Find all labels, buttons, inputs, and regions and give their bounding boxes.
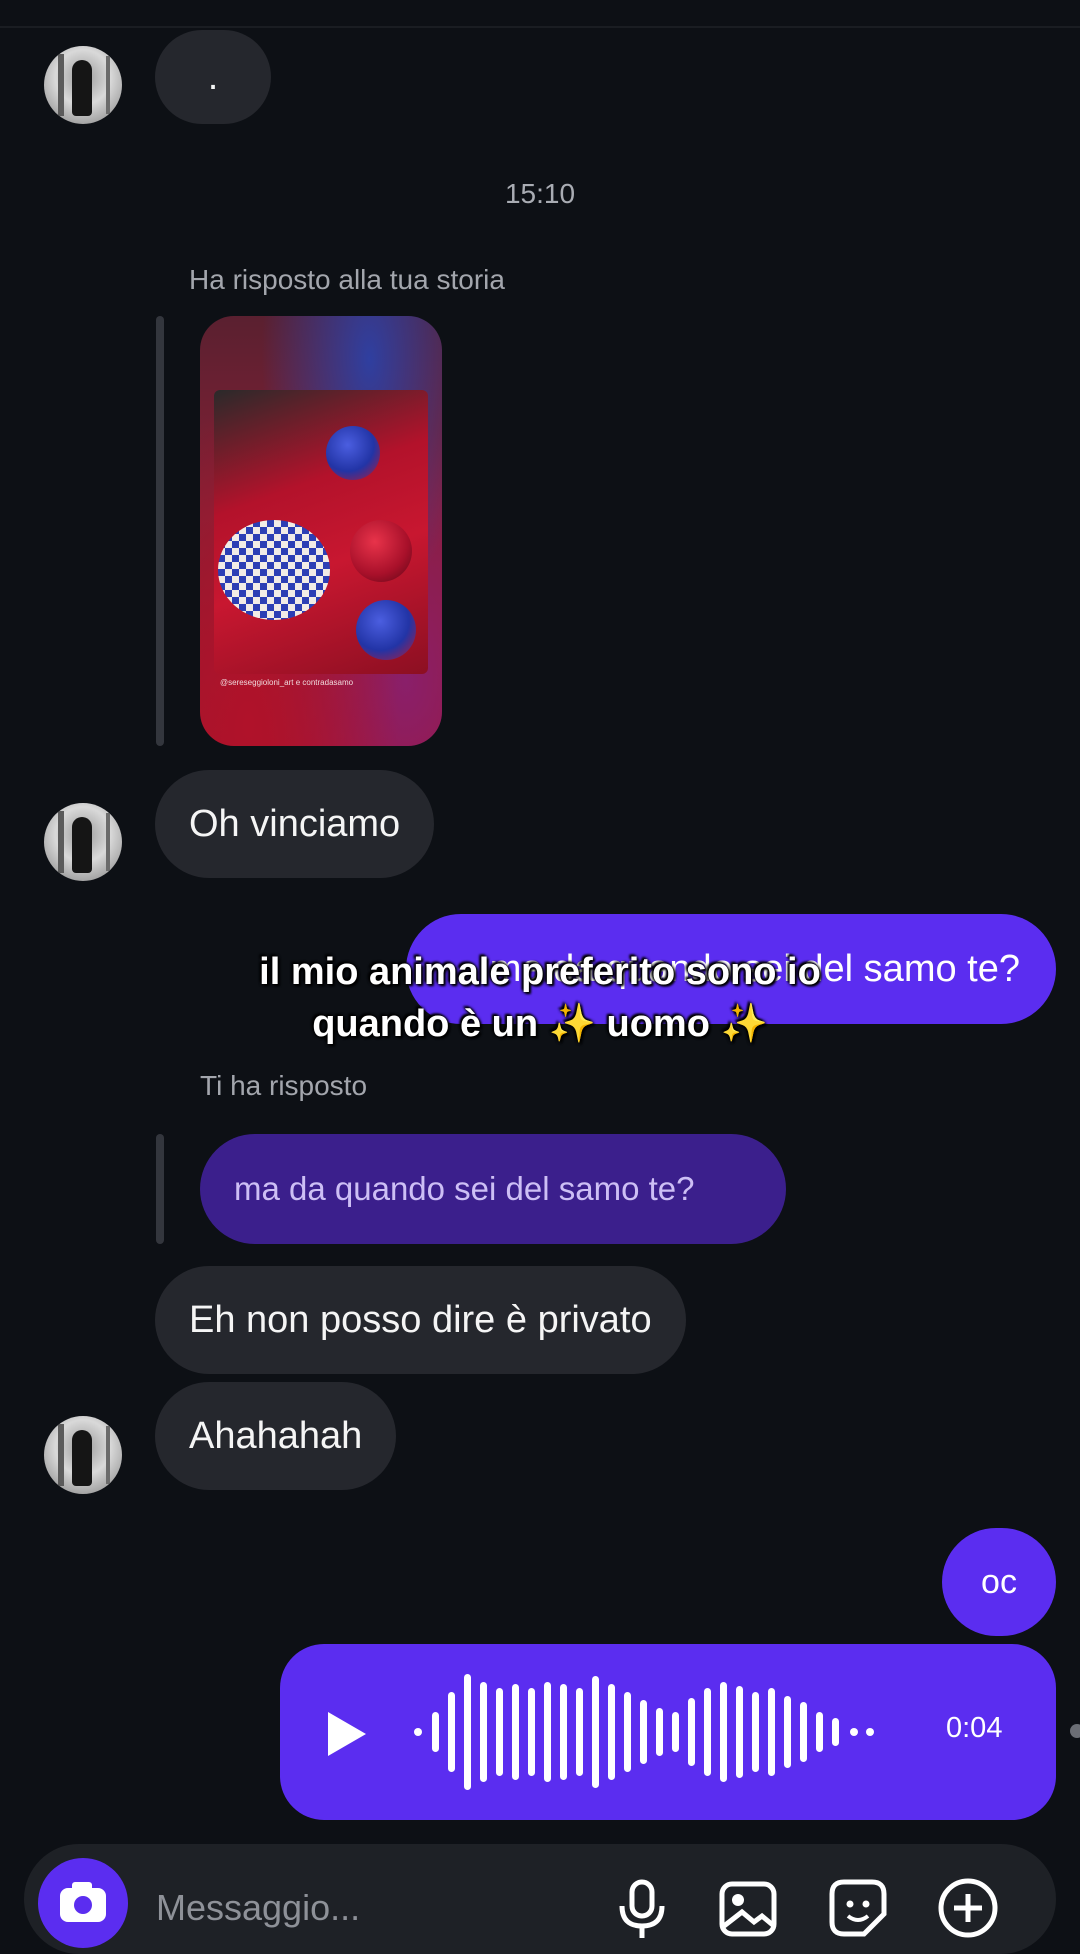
- message-text: .: [207, 55, 219, 98]
- story-caption: @sereseggioloni_art e contradasamo: [220, 678, 354, 687]
- story-reply-label: Ha risposto alla tua storia: [189, 264, 505, 295]
- quoted-message[interactable]: ma da quando sei del samo te?: [200, 1134, 786, 1244]
- voice-message[interactable]: 0:04: [280, 1644, 1056, 1820]
- message-composer: [24, 1844, 1056, 1954]
- reply-label: Ti ha risposto: [200, 1070, 368, 1101]
- camera-icon[interactable]: [38, 1858, 128, 1948]
- message-bubble[interactable]: Eh non posso dire è privato: [155, 1266, 686, 1374]
- video-caption-line-1: il mio animale preferito sono io: [259, 951, 821, 993]
- message-text: oc: [981, 1562, 1017, 1601]
- message-bubble[interactable]: Ahahahah: [155, 1382, 397, 1490]
- microphone-icon[interactable]: [610, 1876, 674, 1940]
- reply-indicator-bar: [156, 1134, 164, 1244]
- waveform[interactable]: [412, 1662, 892, 1802]
- outgoing-message-bubble[interactable]: oc: [942, 1528, 1056, 1636]
- message-text: Oh vinciamo: [189, 802, 401, 845]
- contact-avatar[interactable]: [44, 803, 122, 881]
- message-input[interactable]: [154, 1886, 458, 1930]
- story-preview[interactable]: @sereseggioloni_art e contradasamo: [200, 316, 442, 746]
- contact-avatar[interactable]: [44, 1416, 122, 1494]
- reply-indicator-bar: [156, 316, 164, 746]
- voice-duration: 0:04: [946, 1712, 1003, 1744]
- timestamp: 15:10: [504, 178, 576, 209]
- scroll-indicator: [1070, 1724, 1080, 1738]
- video-caption-line-2: quando è un ✨ uomo ✨: [312, 1003, 768, 1045]
- contact-avatar[interactable]: [44, 46, 122, 124]
- sticker-icon[interactable]: [826, 1876, 890, 1940]
- play-icon[interactable]: [328, 1712, 366, 1756]
- header-divider: [0, 26, 1080, 28]
- message-bubble-dot[interactable]: .: [155, 30, 271, 124]
- message-text: Eh non posso dire è privato: [189, 1298, 652, 1341]
- message-text: Ahahahah: [189, 1414, 363, 1457]
- story-image: [214, 390, 428, 674]
- plus-icon[interactable]: [936, 1876, 1000, 1940]
- gallery-icon[interactable]: [716, 1876, 780, 1940]
- message-bubble[interactable]: Oh vinciamo: [155, 770, 435, 878]
